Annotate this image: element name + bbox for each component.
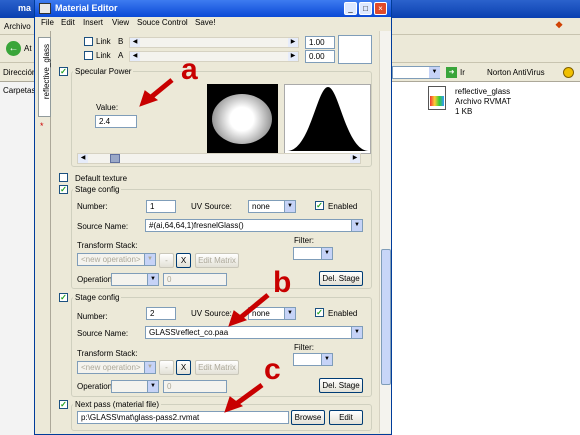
annotation-a: a [181,53,198,86]
annotation-c: c [264,353,281,386]
annotation-b: b [273,266,292,299]
annotation-arrows [139,78,270,413]
